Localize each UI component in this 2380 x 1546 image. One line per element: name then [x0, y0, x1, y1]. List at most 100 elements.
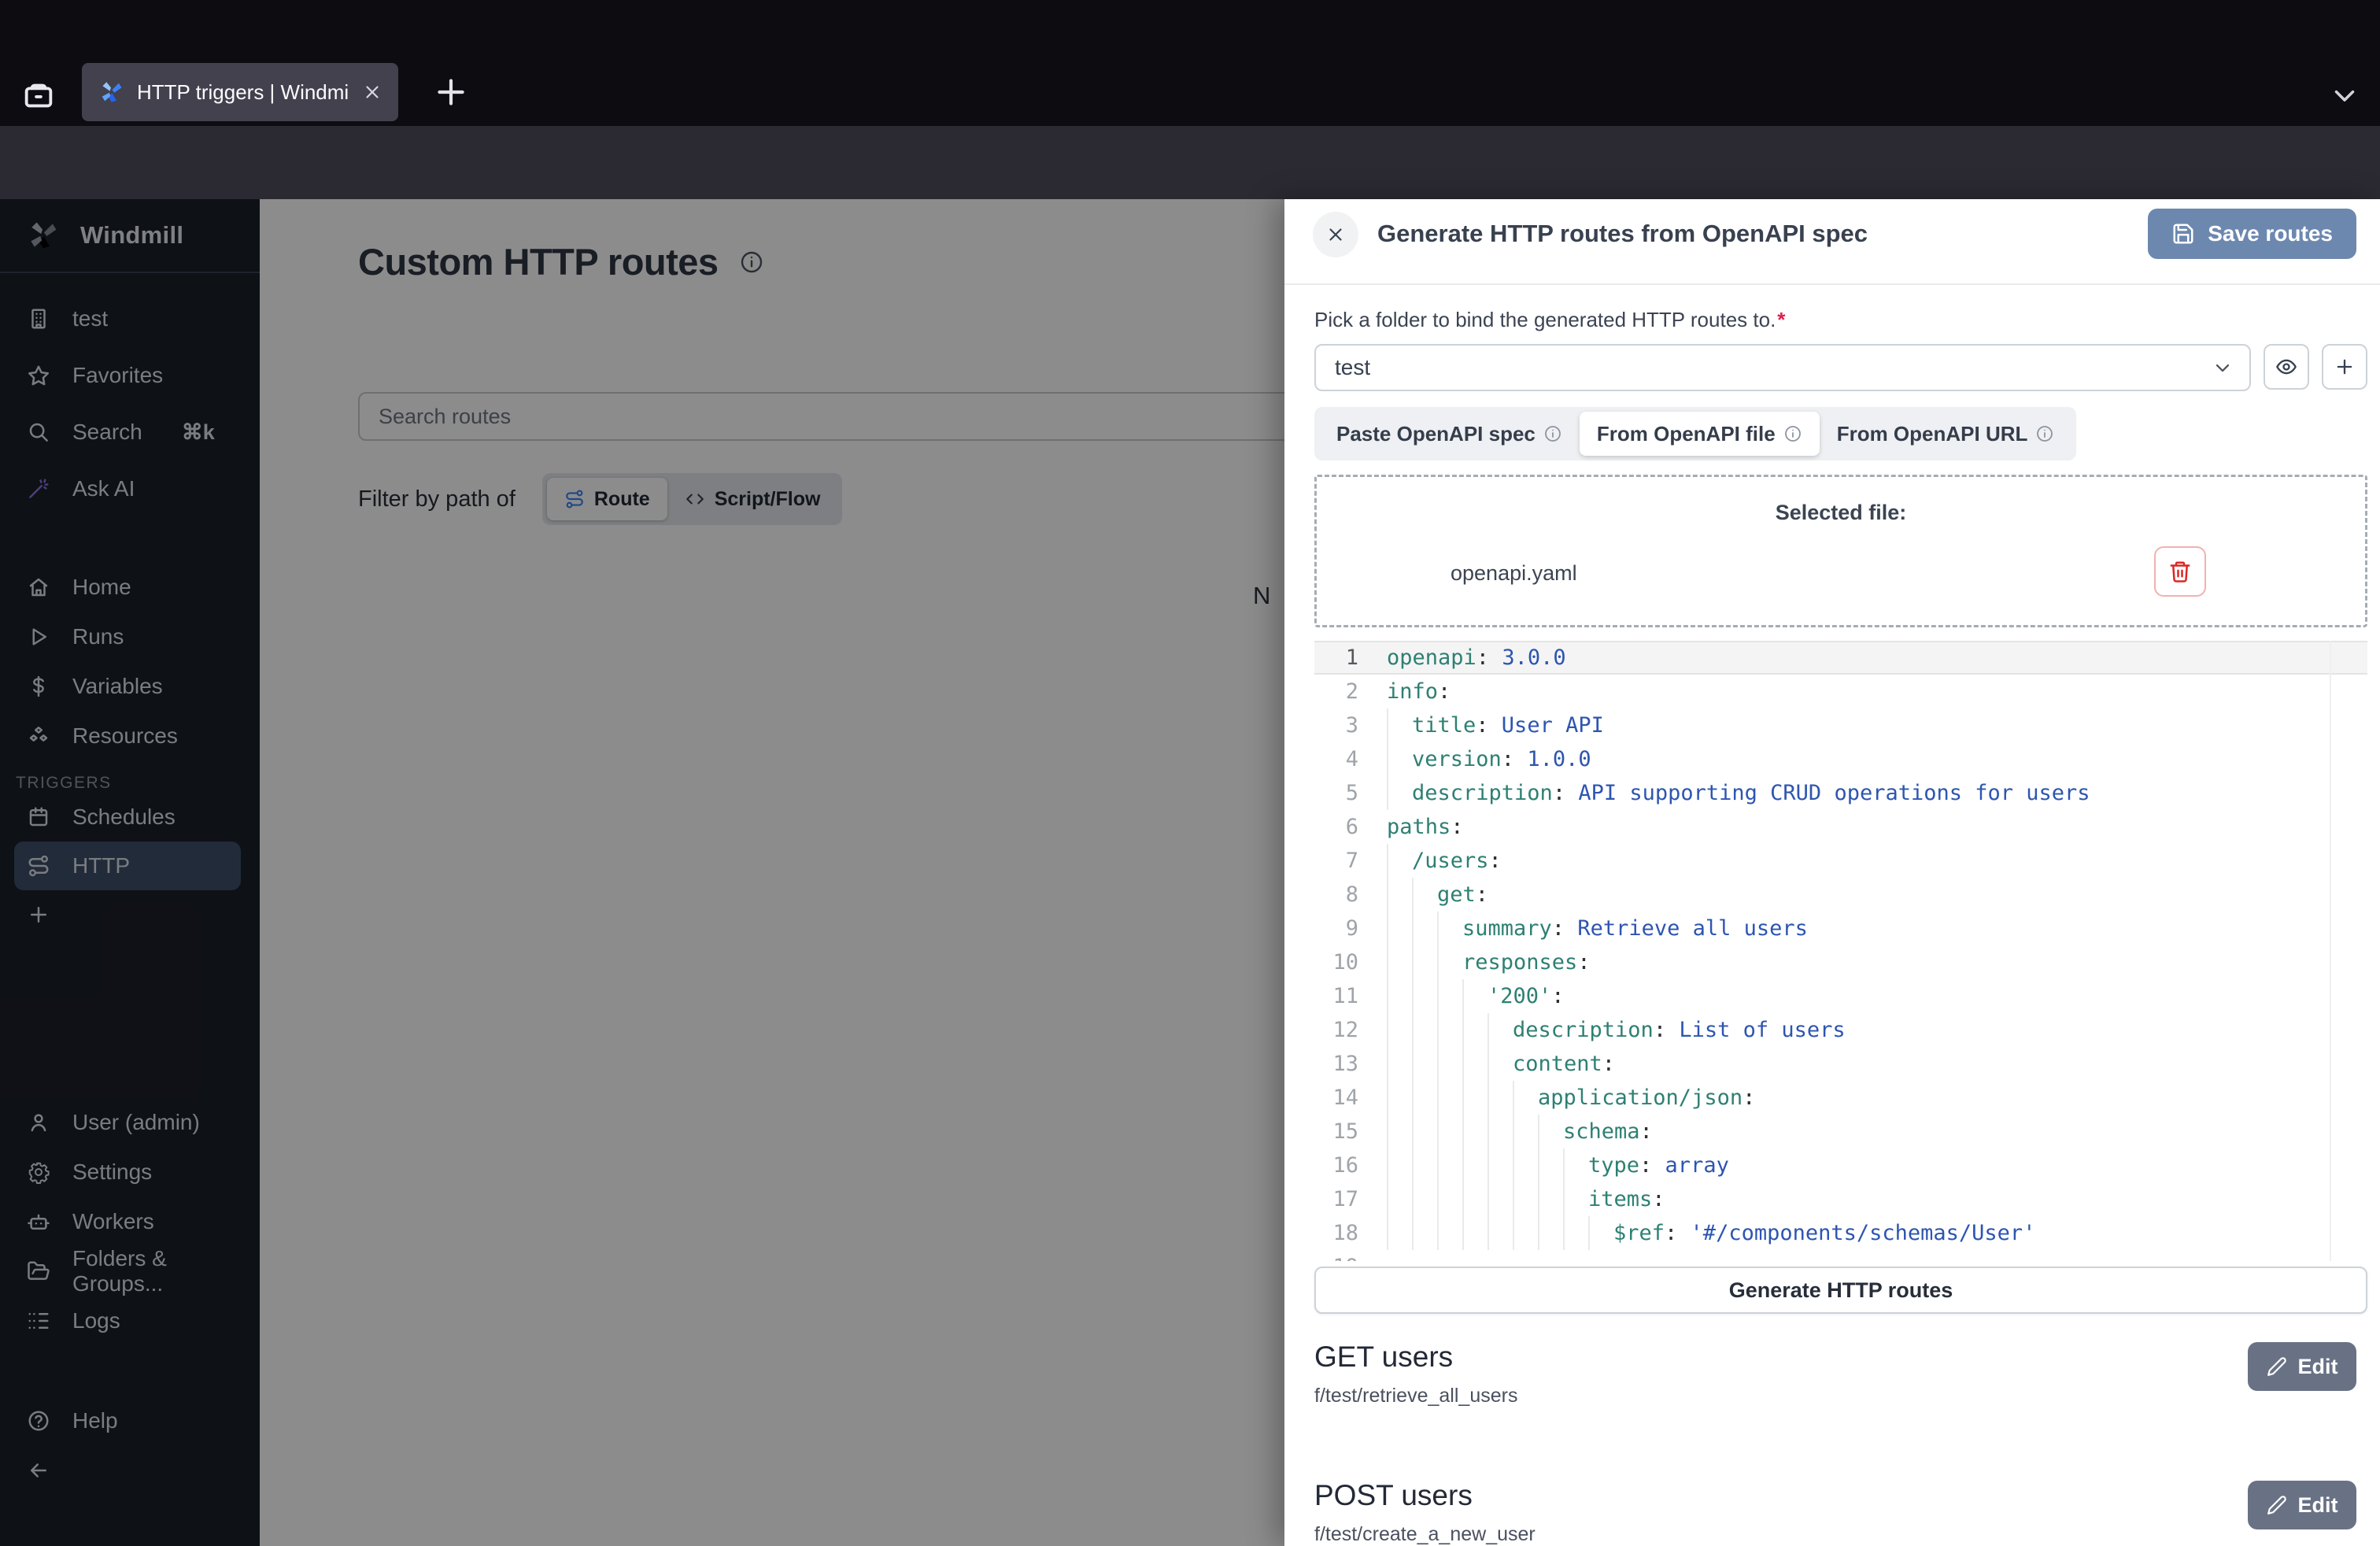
line-number: 9: [1314, 912, 1358, 945]
code-line[interactable]: 13content:: [1314, 1047, 2367, 1081]
yaml-colon: :: [1489, 849, 1502, 873]
line-number: 7: [1314, 844, 1358, 878]
source-tab-from-openapi-url[interactable]: From OpenAPI URL: [1820, 412, 2072, 456]
yaml-key: /users: [1412, 849, 1489, 873]
generate-http-routes-button[interactable]: Generate HTTP routes: [1314, 1267, 2367, 1314]
yaml-colon: :: [1451, 815, 1463, 839]
pencil-icon: [2267, 1495, 2287, 1515]
code-line[interactable]: 9summary: Retrieve all users: [1314, 912, 2367, 945]
yaml-value: List of users: [1666, 1018, 1846, 1042]
code-text: description: API supporting CRUD operati…: [1387, 781, 2090, 805]
source-tab-from-openapi-file[interactable]: From OpenAPI file: [1580, 412, 1820, 456]
indent-guides: [1387, 776, 1406, 810]
tab-close-icon[interactable]: [362, 82, 382, 102]
chevron-down-icon: [2212, 357, 2234, 379]
yaml-colon: :: [1640, 1119, 1653, 1144]
save-routes-button[interactable]: Save routes: [2148, 209, 2356, 259]
code-line[interactable]: 10 responses:: [1314, 945, 2367, 979]
line-number: 12: [1314, 1013, 1358, 1047]
code-line[interactable]: 4version: 1.0.0: [1314, 742, 2367, 776]
line-number: 2: [1314, 675, 1358, 708]
yaml-colon: :: [1553, 781, 1565, 805]
openapi-code-editor[interactable]: 1openapi: 3.0.02info:3 title: User API 4ve…: [1314, 641, 2367, 1261]
source-tab-label: From OpenAPI file: [1597, 422, 1776, 446]
browser-tab-strip: HTTP triggers | Windmill: [0, 0, 2380, 126]
list-tabs-icon[interactable]: [2328, 79, 2361, 112]
yaml-key: title: [1412, 713, 1476, 738]
yaml-key: version: [1412, 747, 1502, 771]
selected-file-box: Selected file: openapi.yaml: [1314, 475, 2367, 627]
selected-file-name: openapi.yaml: [1451, 561, 2365, 586]
code-line[interactable]: 1openapi: 3.0.0: [1314, 641, 2367, 675]
code-line[interactable]: 5description: API supporting CRUD operat…: [1314, 776, 2367, 810]
code-line[interactable]: 3 title: User API: [1314, 708, 2367, 742]
yaml-colon: :: [1665, 1221, 1677, 1245]
yaml-value: '#/components/schemas/User': [1677, 1221, 2035, 1245]
yaml-colon: :: [1577, 950, 1590, 975]
yaml-value: array: [1652, 1153, 1729, 1178]
indent-guides: [1387, 1216, 1607, 1250]
code-line[interactable]: 2info:: [1314, 675, 2367, 708]
page-viewport: Windmill testFavoritesSearch⌘kAsk AI Hom…: [0, 199, 2380, 1546]
indent-guides: [1387, 979, 1481, 1013]
line-number: 6: [1314, 810, 1358, 844]
edit-route-button[interactable]: Edit: [2248, 1481, 2356, 1529]
required-asterisk: *: [1777, 308, 1785, 331]
yaml-value: Retrieve all users: [1565, 916, 1808, 941]
line-number: 18: [1314, 1216, 1358, 1250]
yaml-colon: :: [1551, 984, 1564, 1008]
delete-file-button[interactable]: [2154, 546, 2206, 597]
modal-overlay[interactable]: [0, 199, 1284, 1546]
line-number: 17: [1314, 1182, 1358, 1216]
yaml-value: 3.0.0: [1489, 645, 1566, 670]
code-text: version: 1.0.0: [1387, 747, 1591, 771]
code-line[interactable]: 15schema:: [1314, 1115, 2367, 1148]
code-line[interactable]: 17items:: [1314, 1182, 2367, 1216]
folder-select[interactable]: test: [1314, 344, 2251, 391]
source-tab-label: From OpenAPI URL: [1837, 422, 2028, 446]
yaml-value: API supporting CRUD operations for users: [1565, 781, 2090, 805]
source-tab-paste-openapi-spec[interactable]: Paste OpenAPI spec: [1319, 412, 1580, 456]
save-icon: [2171, 222, 2195, 246]
yaml-key: responses: [1462, 950, 1577, 975]
code-line[interactable]: 8get:: [1314, 878, 2367, 912]
code-line[interactable]: 19: [1314, 1250, 2367, 1261]
code-line[interactable]: 7/users:: [1314, 844, 2367, 878]
line-number: 15: [1314, 1115, 1358, 1148]
code-line[interactable]: 18$ref: '#/components/schemas/User': [1314, 1216, 2367, 1250]
yaml-colon: :: [1476, 713, 1488, 738]
code-line[interactable]: 11'200':: [1314, 979, 2367, 1013]
tab-title: HTTP triggers | Windmill: [137, 80, 349, 105]
add-folder-button[interactable]: [2322, 344, 2367, 390]
browser-tab[interactable]: HTTP triggers | Windmill: [82, 63, 398, 121]
yaml-key: description: [1412, 781, 1553, 805]
pencil-icon: [2267, 1356, 2287, 1377]
code-line[interactable]: 14application/json:: [1314, 1081, 2367, 1115]
code-line[interactable]: 6paths:: [1314, 810, 2367, 844]
line-number: 10: [1314, 945, 1358, 979]
yaml-key: openapi: [1387, 645, 1476, 670]
edit-route-button[interactable]: Edit: [2248, 1342, 2356, 1391]
code-line[interactable]: 12description: List of users: [1314, 1013, 2367, 1047]
route-title: POST users: [1314, 1474, 2367, 1512]
firefox-view-icon[interactable]: [20, 77, 57, 113]
selected-file-heading: Selected file:: [1317, 501, 2365, 525]
line-number: 3: [1314, 708, 1358, 742]
route-path: f/test/retrieve_all_users: [1314, 1385, 2367, 1407]
preview-folder-button[interactable]: [2264, 344, 2309, 390]
generate-routes-drawer: Generate HTTP routes from OpenAPI spec S…: [1284, 199, 2380, 1546]
line-number: 11: [1314, 979, 1358, 1013]
new-tab-button[interactable]: [431, 72, 471, 112]
line-number: 8: [1314, 878, 1358, 912]
save-routes-label: Save routes: [2208, 221, 2333, 246]
yaml-key: type: [1588, 1153, 1639, 1178]
close-drawer-button[interactable]: [1313, 212, 1358, 257]
code-line[interactable]: 16type: array: [1314, 1148, 2367, 1182]
indent-guides: [1387, 1115, 1557, 1148]
openapi-source-tabs: Paste OpenAPI spec From OpenAPI file From …: [1314, 407, 2076, 460]
code-text: title: User API: [1387, 713, 1604, 738]
yaml-key: summary: [1462, 916, 1552, 941]
indent-guides: [1387, 1047, 1506, 1081]
indent-guides: [1387, 945, 1456, 979]
generated-routes-list: GET usersf/test/retrieve_all_usersEditPO…: [1314, 1336, 2367, 1546]
